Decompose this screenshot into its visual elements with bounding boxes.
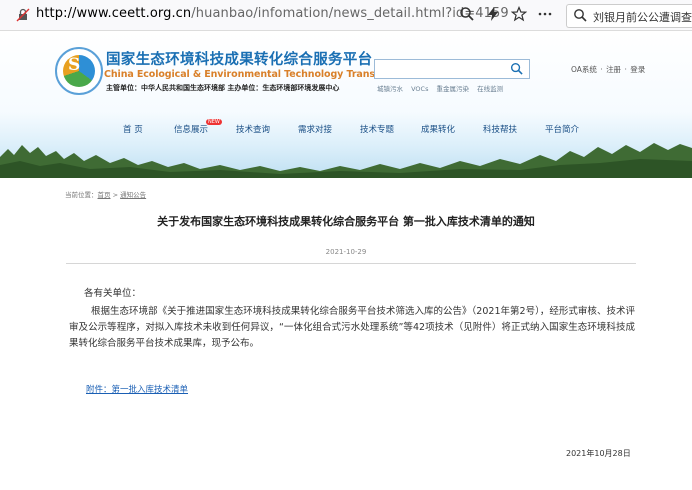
site-title-cn: 国家生态环境科技成果转化综合服务平台	[106, 52, 373, 68]
browser-search-text: 刘银月前公公遭调查	[593, 11, 692, 24]
nav-about[interactable]: 平台简介	[545, 123, 579, 135]
site-security-icon[interactable]	[16, 8, 30, 22]
article-date: 2021-10-29	[325, 248, 367, 256]
divider	[66, 263, 636, 264]
article-title: 关于发布国家生态环境科技成果转化综合服务平台 第一批入库技术清单的通知	[157, 215, 535, 228]
breadcrumb-label: 当前位置：	[65, 191, 98, 199]
breadcrumb-notices[interactable]: 通知公告	[120, 191, 146, 199]
forest-banner-image	[0, 143, 692, 178]
site-subtitle: 主管单位：中华人民共和国生态环境部 主办单位：生态环境部环境发展中心	[106, 84, 340, 92]
site-search-input[interactable]	[374, 59, 530, 79]
url-host: http://www.ceett.org.cn	[36, 6, 192, 21]
browser-toolbar: http://www.ceett.org.cn/huanbao/infomati…	[0, 0, 692, 31]
site-logo[interactable]: S	[55, 47, 103, 95]
address-bar[interactable]: http://www.ceett.org.cn/huanbao/infomati…	[36, 6, 509, 21]
zoom-icon[interactable]	[458, 6, 476, 24]
top-links: OA系统 · 注册 · 登录	[571, 65, 646, 74]
breadcrumb-separator: >	[112, 191, 119, 199]
attachment-link[interactable]: 附件：第一批入库技术清单	[86, 383, 188, 395]
hot-word[interactable]: 城镇污水	[377, 85, 403, 93]
nav-demand-match[interactable]: 需求对接	[298, 123, 332, 135]
nav-info-display[interactable]: 信息展示	[174, 123, 208, 135]
hot-word[interactable]: 在线监测	[477, 85, 503, 93]
search-icon[interactable]	[510, 62, 523, 75]
bookmark-star-icon[interactable]	[510, 5, 528, 24]
article-body: 根据生态环境部《关于推进国家生态环境科技成果转化综合服务平台技术筛选入库的公告》…	[69, 306, 635, 349]
signature-date: 2021年10月28日	[566, 449, 631, 458]
nav-tech-query[interactable]: 技术查询	[236, 123, 270, 135]
hot-word[interactable]: VOCs	[411, 85, 428, 93]
browser-search-box[interactable]: 刘银月前公公遭调查	[566, 4, 692, 28]
breadcrumb: 当前位置：首页 > 通知公告	[65, 189, 146, 199]
register-link[interactable]: 注册	[606, 65, 621, 74]
nav-tech-topics[interactable]: 技术专题	[360, 123, 394, 135]
site-banner: S 国家生态环境科技成果转化综合服务平台 China Ecological & …	[0, 31, 692, 178]
login-link[interactable]: 登录	[630, 65, 645, 74]
more-menu-icon[interactable]	[536, 6, 554, 24]
nav-tech-assistance[interactable]: 科技帮扶	[483, 123, 517, 135]
hot-word[interactable]: 重金属污染	[437, 85, 470, 93]
nav-home[interactable]: 首 页	[123, 123, 143, 135]
article-salutation: 各有关单位：	[84, 288, 142, 299]
nav-transformation[interactable]: 成果转化	[421, 123, 455, 135]
breadcrumb-home[interactable]: 首页	[98, 191, 111, 199]
search-icon	[574, 9, 587, 22]
main-nav: 首 页 信息展示 技术查询 需求对接 技术专题 成果转化 科技帮扶 平台简介	[0, 123, 692, 139]
hot-search-words: 城镇污水 VOCs 重金属污染 在线监测	[377, 83, 509, 93]
oa-system-link[interactable]: OA系统	[571, 65, 597, 74]
lightning-icon[interactable]	[484, 6, 502, 24]
